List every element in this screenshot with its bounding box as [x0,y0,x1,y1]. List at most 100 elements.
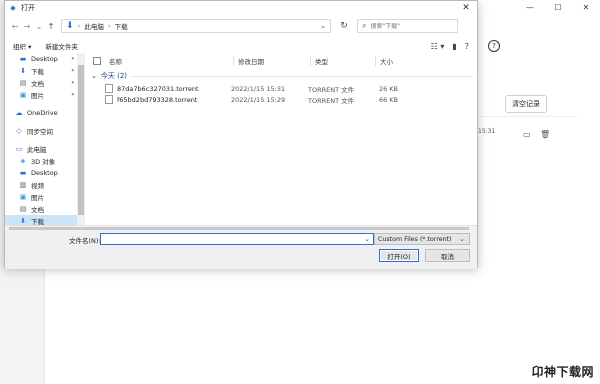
pin-icon: ✦ [70,68,75,74]
nav-label: 3D 对象 [31,158,56,166]
nav-label: 下载 [31,68,44,76]
view-options-icon[interactable]: ☷ ▾ [431,42,445,51]
recent-chevron-icon[interactable]: ⌄ [33,19,45,33]
trash-icon[interactable]: 🗑 [540,130,550,140]
column-separator[interactable] [233,56,234,66]
column-size[interactable]: 大小 [380,56,420,66]
pin-icon: ✦ [70,80,75,86]
column-header-row: 名称 修改日期 类型 大小 [87,53,477,69]
document-icon: ▤ [19,79,27,87]
nav-item-downloads-pinned[interactable]: ⬇ 下载 ✦ [5,65,85,77]
cancel-button[interactable]: 取消 [425,249,470,262]
chevron-down-icon[interactable]: ⌄ [91,72,97,80]
open-button[interactable]: 打开(O) [379,249,419,262]
group-label: 今天 (2) [100,72,128,80]
nav-label: OneDrive [27,109,58,117]
breadcrumb-this-pc[interactable]: 此电脑 [84,21,104,31]
history-time: 15:31 [478,128,496,135]
nav-item-onedrive[interactable]: ☁ OneDrive [5,107,85,119]
help-icon[interactable]: ? [465,42,469,51]
search-input[interactable] [370,22,451,30]
maximize-icon[interactable]: ☐ [544,0,572,14]
file-name: 87da7b6c327031.torrent [117,84,199,93]
refresh-icon[interactable]: ↻ [337,19,351,33]
nav-item-pictures[interactable]: ▣ 图片 [5,191,85,203]
select-all-checkbox[interactable] [93,57,101,65]
nav-item-documents-pinned[interactable]: ▤ 文档 ✦ [5,77,85,89]
filename-field[interactable]: ⌄ [100,233,374,245]
column-name[interactable]: 名称 [109,56,233,66]
help-icon[interactable]: ? [488,40,500,52]
up-icon[interactable]: ↑ [45,19,57,33]
breadcrumb-downloads[interactable]: 下载 [115,21,128,31]
nav-label: 视频 [31,182,44,190]
nav-item-downloads[interactable]: ⬇ 下载 [5,215,85,225]
nav-label: 文档 [31,206,44,214]
file-row[interactable]: f65bd2bd793328.torrent 2022/1/15 15:29 T… [87,94,477,105]
preview-pane-icon[interactable]: ▮ [452,42,456,51]
dialog-close-button[interactable]: ✕ [455,1,477,15]
background-window-controls: — ☐ ✕ [516,0,600,14]
nav-scrollbar-thumb[interactable] [78,65,84,215]
address-row: ← → ⌄ ↑ ⬇ › 此电脑 › 下载 ⌄ ↻ ⌕ [5,17,477,35]
pin-icon: ✦ [70,56,75,62]
download-icon: ⬇ [20,67,26,75]
address-bar[interactable]: ⬇ › 此电脑 › 下载 ⌄ [61,19,331,33]
file-list: 名称 修改日期 类型 大小 ⌄ 今天 (2) 87da7b6c327031.to… [87,53,477,225]
divider [478,116,578,117]
nav-label: 图片 [31,92,44,100]
pin-icon: ✦ [70,92,75,98]
group-divider [131,75,473,77]
forward-icon[interactable]: → [21,19,33,33]
toolbar: 组织 ▾ 新建文件夹 ☷ ▾ ▮ ? [5,39,477,53]
back-icon[interactable]: ← [9,19,21,33]
nav-item-3d-objects[interactable]: ◈ 3D 对象 [5,155,85,167]
filename-label: 文件名(N): [69,237,101,245]
nav-item-this-pc[interactable]: ▭ 此电脑 [5,143,85,155]
chevron-down-icon[interactable]: ⌄ [364,235,370,243]
nav-scrollbar[interactable] [77,53,85,225]
new-folder-button[interactable]: 新建文件夹 [45,41,78,51]
minimize-icon[interactable]: — [516,0,544,14]
search-box[interactable]: ⌕ [357,19,458,33]
clear-history-button[interactable]: 清空记录 [505,95,547,113]
nav-item-videos[interactable]: ▥ 视频 [5,179,85,191]
file-date: 2022/1/15 15:29 [231,95,286,104]
nav-item-documents[interactable]: ▤ 文档 [5,203,85,215]
dialog-titlebar[interactable]: ◆ 打开 ✕ [5,1,477,15]
file-type: TORRENT 文件 [308,85,355,94]
breadcrumb-separator: › [77,22,81,30]
dialog-footer: 文件名(N): ⌄ Custom Files (*.torrent) ⌄ 打开(… [5,231,477,269]
folder-icon[interactable]: ▭ [523,130,533,140]
desktop-icon: ▬ [19,55,27,63]
file-name: f65bd2bd793328.torrent [117,95,198,104]
video-icon: ▥ [19,181,27,189]
file-size: 66 KB [378,95,398,104]
column-date[interactable]: 修改日期 [238,56,310,66]
nav-item-desktop-pinned[interactable]: ▬ Desktop ✦ [5,53,85,65]
organize-menu[interactable]: 组织 ▾ [13,41,31,51]
file-size: 26 KB [378,84,398,93]
file-icon [105,84,113,93]
document-icon: ▤ [19,205,27,213]
file-type: TORRENT 文件 [308,96,355,105]
chevron-down-icon[interactable]: ⌄ [320,22,326,30]
nav-label: 文档 [31,80,44,88]
chevron-down-icon: ⌄ [459,235,465,243]
nav-label: Desktop [31,55,58,63]
file-row[interactable]: 87da7b6c327031.torrent 2022/1/15 15:31 T… [87,83,477,94]
nav-item-pictures-pinned[interactable]: ▣ 图片 ✦ [5,89,85,101]
nav-item-desktop[interactable]: ▬ Desktop [5,167,85,179]
close-icon[interactable]: ✕ [572,0,600,14]
filetype-select[interactable]: Custom Files (*.torrent) ⌄ [374,233,470,245]
sync-icon: ◇ [16,127,22,135]
column-type[interactable]: 类型 [315,56,375,66]
picture-icon: ▣ [19,91,27,99]
nav-item-sync-space[interactable]: ◇ 同步空间 [5,125,85,137]
horizontal-scrollbar-thumb[interactable] [9,227,469,230]
column-separator[interactable] [310,56,311,66]
column-separator[interactable] [375,56,376,66]
filetype-value: Custom Files (*.torrent) [378,235,452,243]
nav-label: 此电脑 [27,146,47,154]
group-header-today[interactable]: ⌄ 今天 (2) [87,69,477,83]
